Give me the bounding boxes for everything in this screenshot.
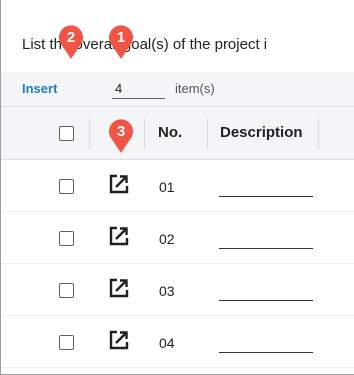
annotation-badge-3: 3 <box>107 118 135 154</box>
item-count-input[interactable] <box>112 78 165 99</box>
row-number: 02 <box>159 231 175 247</box>
badge-label-2: 2 <box>66 29 76 46</box>
items-label: item(s) <box>175 81 215 96</box>
header-number: No. <box>158 124 183 141</box>
edit-icon[interactable] <box>108 329 130 351</box>
badge-label-3: 3 <box>116 123 126 140</box>
row-checkbox[interactable] <box>59 231 74 246</box>
table-row: 03 <box>1 264 354 316</box>
table-row: 01 <box>1 160 354 212</box>
row-checkbox[interactable] <box>59 179 74 194</box>
row-number: 03 <box>159 283 175 299</box>
column-divider <box>144 119 145 149</box>
description-field[interactable] <box>219 248 313 249</box>
edit-icon[interactable] <box>108 277 130 299</box>
row-number: 01 <box>159 179 175 195</box>
table-row: 02 <box>1 212 354 264</box>
edit-icon[interactable] <box>108 225 130 247</box>
table-row: 04 <box>1 316 354 368</box>
insert-button[interactable]: Insert <box>22 81 57 96</box>
row-checkbox[interactable] <box>59 283 74 298</box>
table-header: No. Description <box>1 106 354 160</box>
row-checkbox[interactable] <box>59 335 74 350</box>
description-field[interactable] <box>219 352 313 353</box>
column-divider <box>207 119 208 149</box>
column-divider <box>318 119 319 149</box>
description-field[interactable] <box>219 196 313 197</box>
description-field[interactable] <box>219 300 313 301</box>
select-all-checkbox[interactable] <box>59 126 74 141</box>
insert-toolbar: Insert item(s) <box>1 72 354 106</box>
badge-label-1: 1 <box>116 29 126 46</box>
column-divider <box>89 119 90 149</box>
annotation-badge-1: 1 <box>107 24 135 60</box>
row-number: 04 <box>159 335 175 351</box>
header-description: Description <box>220 124 303 141</box>
annotation-badge-2: 2 <box>57 24 85 60</box>
edit-icon[interactable] <box>108 173 130 195</box>
